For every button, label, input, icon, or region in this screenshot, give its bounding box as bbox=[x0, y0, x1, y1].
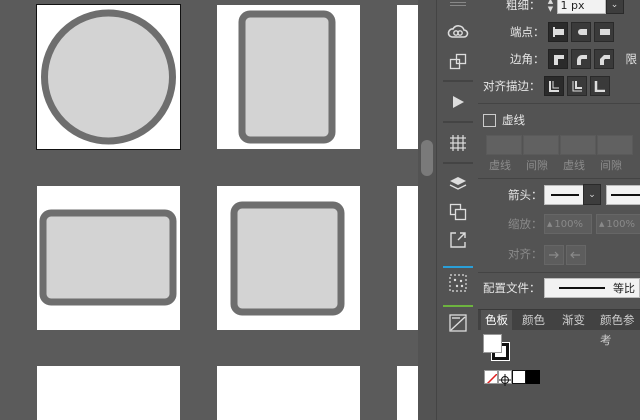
dashed-row: 虚线 bbox=[483, 109, 525, 131]
dashed-checkbox[interactable] bbox=[483, 113, 496, 127]
round-cap-icon[interactable] bbox=[570, 22, 591, 42]
arrowhead-label: 箭头： bbox=[508, 188, 543, 202]
vertical-scrollbar[interactable] bbox=[418, 0, 436, 420]
dashed-label: 虚线 bbox=[502, 113, 525, 127]
fill-swatch[interactable] bbox=[483, 334, 502, 353]
dash-label-2: 虚线 bbox=[563, 159, 585, 172]
align-stroke-label: 对齐描边： bbox=[483, 79, 541, 93]
scale-input-2[interactable]: ▲ 100% bbox=[596, 214, 640, 234]
square-rect-shape[interactable] bbox=[217, 186, 360, 330]
cc-libraries-bar bbox=[443, 266, 473, 268]
dash-input-2[interactable] bbox=[560, 135, 596, 155]
tab-swatches[interactable]: 色板 bbox=[481, 310, 512, 330]
swatch-none[interactable] bbox=[484, 370, 498, 384]
artboard-circle[interactable] bbox=[36, 4, 181, 150]
cap-row: 端点： bbox=[510, 21, 614, 43]
artboard-empty-1[interactable] bbox=[37, 366, 180, 420]
weight-dropdown[interactable]: ⌄ bbox=[605, 0, 624, 14]
canvas-area[interactable] bbox=[0, 0, 422, 420]
panel-divider bbox=[478, 103, 640, 104]
round-join-icon[interactable] bbox=[570, 49, 591, 69]
arrow-align-label: 对齐： bbox=[508, 247, 543, 261]
transform-icon[interactable] bbox=[446, 50, 470, 74]
panel-divider bbox=[478, 272, 640, 273]
gap-label-1: 间隙 bbox=[526, 159, 548, 172]
scale-value-2: 100% bbox=[606, 218, 635, 230]
align-outside-icon[interactable] bbox=[589, 76, 610, 96]
image-icon[interactable] bbox=[446, 311, 470, 335]
align-stroke-row: 对齐描边： bbox=[483, 75, 610, 97]
fill-stroke-indicator[interactable] bbox=[483, 334, 513, 364]
align-inside-icon[interactable] bbox=[566, 76, 587, 96]
arrow-end-icon[interactable] bbox=[566, 245, 586, 265]
butt-cap-icon[interactable] bbox=[547, 22, 568, 42]
dash-label-1: 虚线 bbox=[489, 159, 511, 172]
grip-icon[interactable] bbox=[446, 0, 470, 10]
tab-gradient[interactable]: 渐变 bbox=[558, 310, 589, 330]
tool-separator bbox=[443, 80, 473, 82]
weight-stepper[interactable]: ▲ ▼ bbox=[545, 0, 557, 14]
export-icon[interactable] bbox=[446, 228, 470, 252]
start-arrowhead-dropdown[interactable]: ⌄ bbox=[583, 184, 601, 205]
artboard-square[interactable] bbox=[217, 186, 360, 330]
corner-label: 边角： bbox=[510, 52, 545, 66]
weight-row: 粗细： ▲ ▼ 1 px ⌄ bbox=[506, 0, 624, 16]
swatch-black[interactable] bbox=[526, 370, 540, 384]
swatch-tabbar: 色板 颜色 渐变 颜色参考 bbox=[478, 309, 640, 347]
corner-limit-label: 限 bbox=[625, 52, 638, 66]
arrow-tip-icon[interactable] bbox=[544, 245, 564, 265]
grid-icon[interactable] bbox=[446, 131, 470, 155]
start-arrowhead-select[interactable] bbox=[544, 185, 584, 205]
artboard-empty-2[interactable] bbox=[217, 366, 360, 420]
portrait-rect-shape[interactable] bbox=[217, 5, 360, 149]
panel-dock-strip bbox=[436, 0, 479, 420]
weight-label: 粗细： bbox=[506, 0, 541, 12]
arrow-align-row: 对齐： bbox=[508, 243, 543, 265]
scale-value-1: 100% bbox=[554, 218, 583, 230]
layers-icon[interactable] bbox=[446, 172, 470, 196]
artboards-icon[interactable] bbox=[446, 200, 470, 224]
tab-color-guide[interactable]: 颜色参考 bbox=[596, 310, 640, 347]
gap-input-2[interactable] bbox=[597, 135, 633, 155]
dots-icon[interactable] bbox=[446, 271, 470, 295]
panel-divider bbox=[478, 178, 640, 179]
landscape-rect-shape[interactable] bbox=[37, 186, 180, 330]
swatch-white[interactable] bbox=[512, 370, 526, 384]
profile-label: 配置文件： bbox=[483, 281, 541, 295]
gap-input-1[interactable] bbox=[523, 135, 559, 155]
image-trace-bar bbox=[443, 305, 473, 307]
play-icon[interactable] bbox=[446, 90, 470, 114]
tab-color[interactable]: 颜色 bbox=[518, 310, 549, 330]
scale-label: 缩放： bbox=[508, 217, 543, 231]
artboard-portrait[interactable] bbox=[217, 5, 360, 149]
weight-input[interactable]: 1 px bbox=[556, 0, 606, 14]
dash-input-1[interactable] bbox=[486, 135, 522, 155]
artboard-landscape[interactable] bbox=[37, 186, 180, 330]
scale-input-1[interactable]: ▲ 100% bbox=[544, 214, 592, 234]
gap-label-2: 间隙 bbox=[600, 159, 622, 172]
bevel-join-icon[interactable] bbox=[593, 49, 614, 69]
profile-select[interactable]: 等比 bbox=[544, 278, 640, 298]
circle-shape[interactable] bbox=[37, 5, 180, 149]
profile-value: 等比 bbox=[613, 282, 635, 295]
miter-join-icon[interactable] bbox=[547, 49, 568, 69]
cap-label: 端点： bbox=[510, 25, 545, 39]
corner-row: 边角： 限 bbox=[510, 48, 637, 70]
arrowhead-row: 箭头： bbox=[508, 184, 543, 206]
creative-cloud-icon[interactable] bbox=[446, 20, 470, 44]
tool-separator bbox=[443, 121, 473, 123]
profile-row: 配置文件： bbox=[483, 277, 541, 299]
end-arrowhead-select[interactable] bbox=[606, 185, 640, 205]
scale-row: 缩放： bbox=[508, 213, 543, 235]
swatch-registration[interactable] bbox=[498, 370, 512, 386]
align-center-icon[interactable] bbox=[543, 76, 564, 96]
scrollbar-thumb[interactable] bbox=[421, 140, 433, 176]
square-cap-icon[interactable] bbox=[593, 22, 614, 42]
tool-separator bbox=[443, 162, 473, 164]
